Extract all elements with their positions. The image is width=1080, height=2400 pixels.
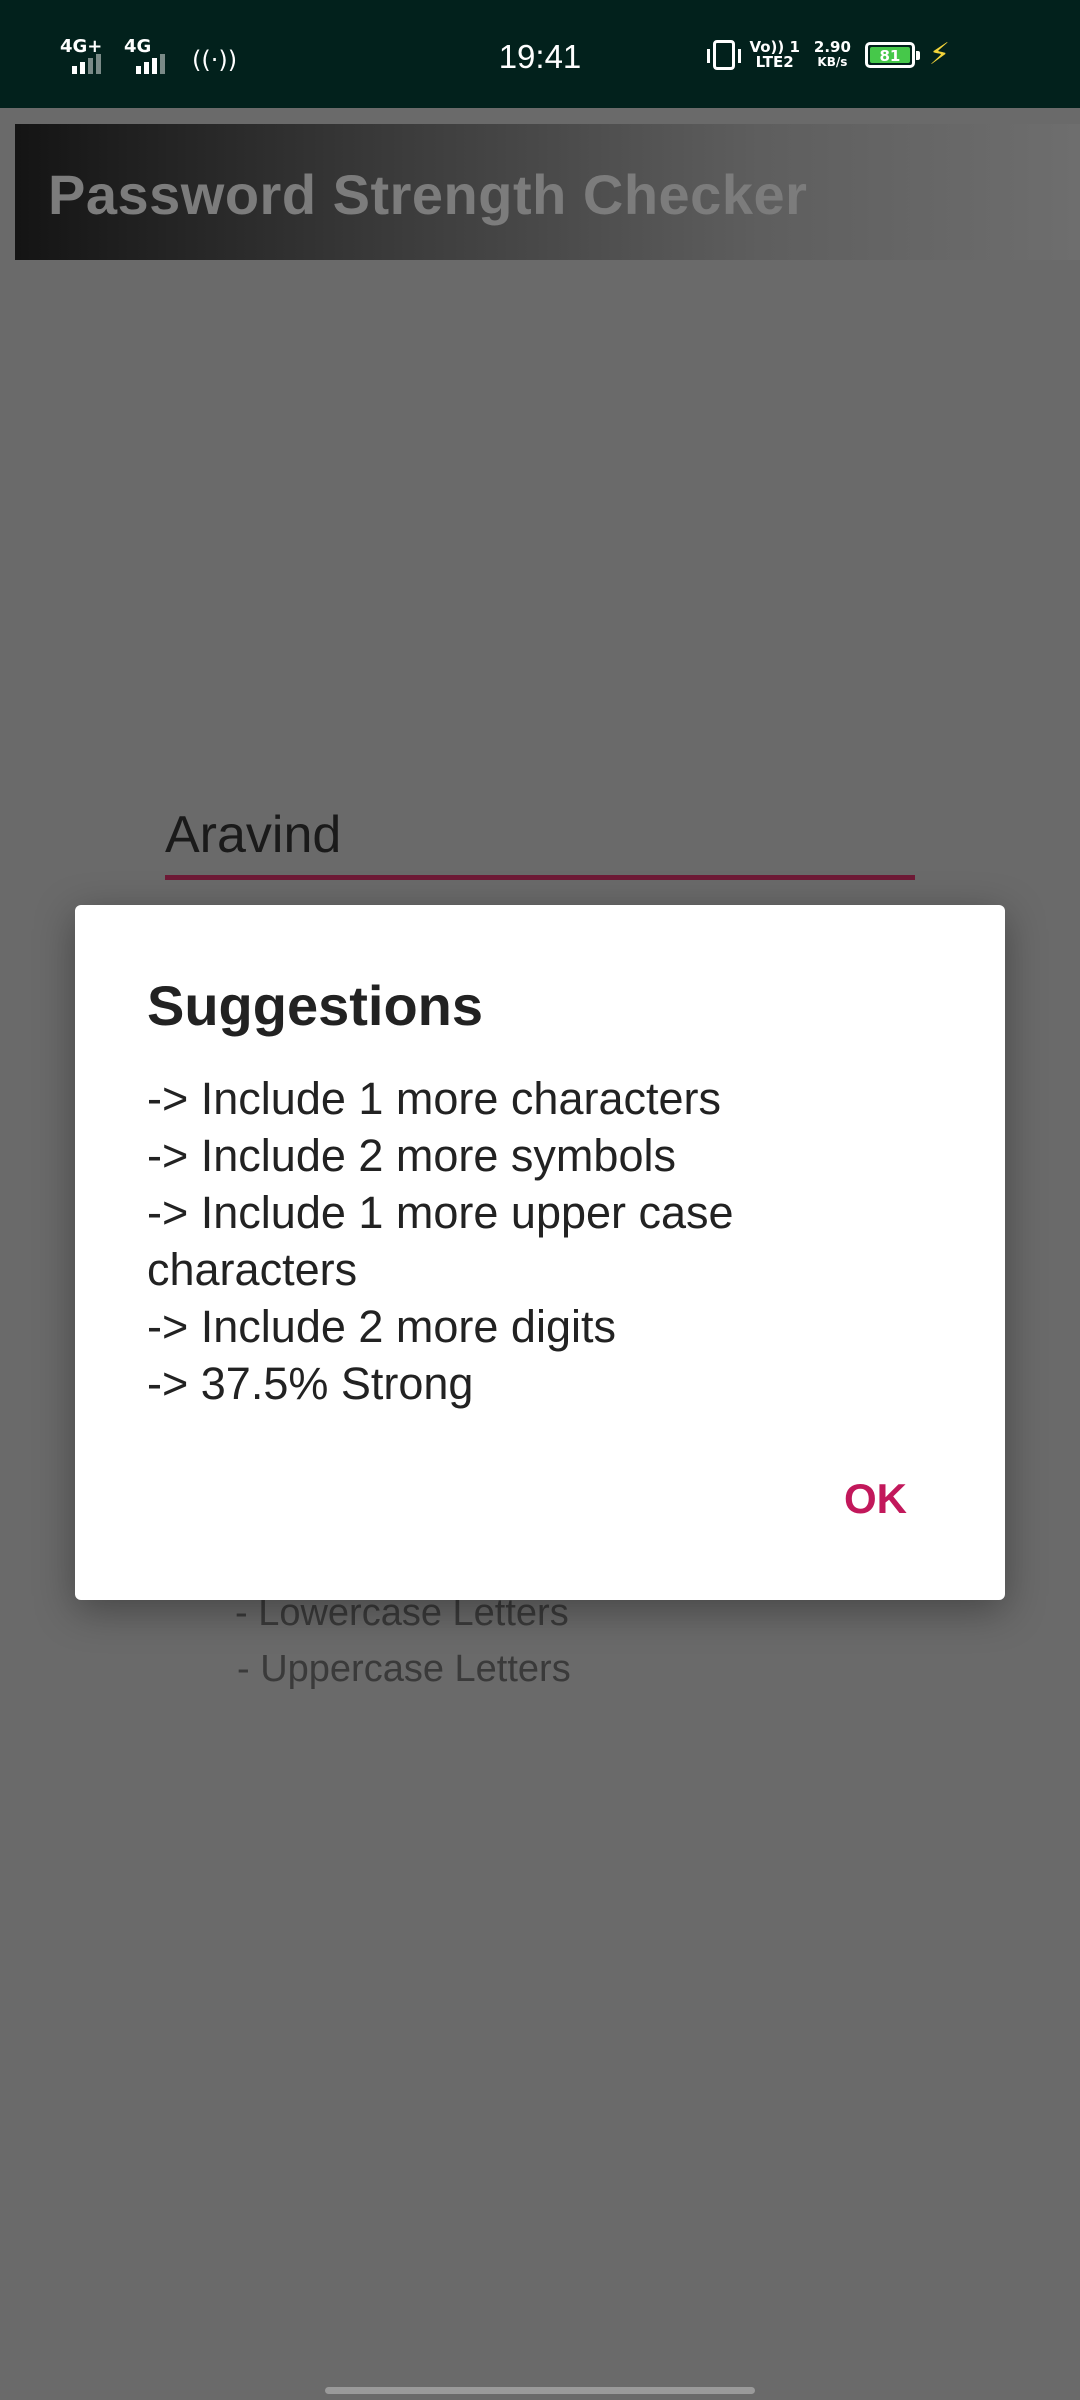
status-right-icons: Vo)) 1 LTE2 2.90 KB/s 81 ⚡ xyxy=(707,37,950,72)
charging-icon: ⚡ xyxy=(928,37,950,72)
suggestions-dialog: Suggestions -> Include 1 more characters… xyxy=(75,905,1005,1600)
gesture-nav-handle[interactable] xyxy=(325,2387,755,2394)
password-input[interactable] xyxy=(165,795,915,880)
app-bar: Password Strength Checker xyxy=(15,124,1080,260)
dialog-message: -> Include 1 more characters -> Include … xyxy=(147,1070,947,1412)
suggestion-line: -> Include 1 more characters xyxy=(147,1073,722,1124)
volte-indicator: Vo)) 1 LTE2 xyxy=(749,40,799,70)
suggestion-line: -> Include 1 more upper case characters xyxy=(147,1187,734,1295)
network-speed-unit: KB/s xyxy=(817,55,848,69)
strength-line: -> 37.5% Strong xyxy=(147,1358,474,1409)
volte-line-2: LTE2 xyxy=(755,53,794,71)
requirement-item: - Uppercase Letters xyxy=(237,1648,571,1690)
page-title: Password Strength Checker xyxy=(48,163,808,226)
battery-level: 81 xyxy=(869,47,910,65)
network-speed-value: 2.90 xyxy=(813,38,851,56)
network-speed: 2.90 KB/s xyxy=(814,40,851,70)
suggestion-line: -> Include 2 more digits xyxy=(147,1301,616,1352)
battery-icon: 81 xyxy=(864,42,920,68)
dialog-title: Suggestions xyxy=(147,974,484,1037)
status-bar: 4G+ 4G ((·)) 19:41 Vo)) 1 LTE2 2.90 KB/s… xyxy=(0,0,1080,108)
suggestion-line: -> Include 2 more symbols xyxy=(147,1130,676,1181)
vibrate-icon xyxy=(707,40,742,70)
requirements-list: - Lowercase Letters - Uppercase Letters xyxy=(235,1585,571,1697)
ok-button[interactable]: OK xyxy=(844,1475,907,1523)
